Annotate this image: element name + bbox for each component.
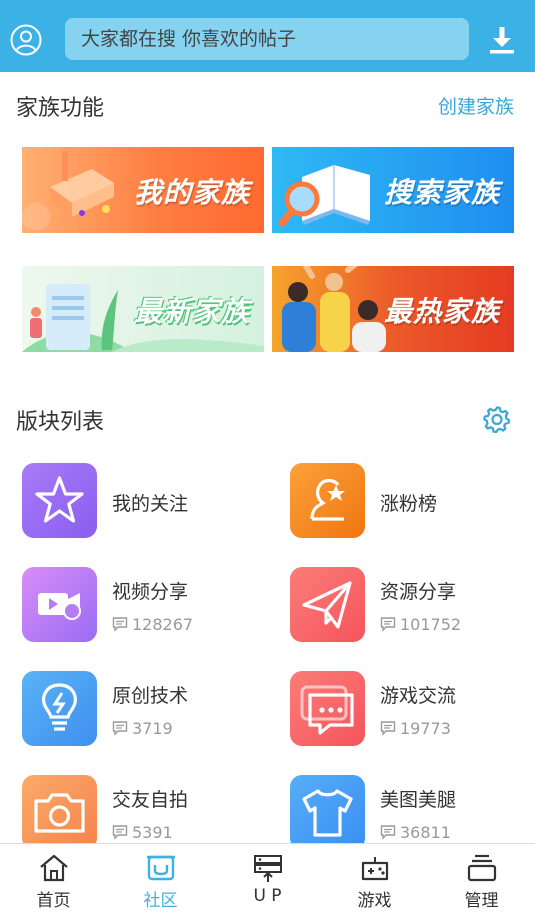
banner-label: 最新家族 — [133, 295, 250, 328]
ranking-icon — [290, 463, 365, 538]
post-count-value: 5391 — [132, 823, 173, 842]
tab-label: 首页 — [36, 891, 71, 911]
post-count-value: 19773 — [400, 719, 451, 738]
tab-home[interactable]: 首页 — [0, 844, 107, 916]
post-count: 19773 — [380, 719, 451, 738]
comment-icon — [112, 617, 128, 632]
board-name: 原创技术 — [112, 685, 189, 707]
board-name: 我的关注 — [112, 493, 189, 515]
create-family-link[interactable]: 创建家族 — [438, 92, 514, 119]
tab-community[interactable]: 社区 — [107, 844, 214, 916]
star-icon — [22, 463, 97, 538]
post-count-value: 3719 — [132, 719, 173, 738]
post-count: 5391 — [112, 823, 173, 842]
board-name: 游戏交流 — [380, 685, 457, 707]
post-count: 101752 — [380, 615, 461, 634]
paper-plane-icon — [290, 567, 365, 642]
comment-icon — [380, 617, 396, 632]
board-name: 美图美腿 — [380, 789, 457, 811]
comment-icon — [112, 721, 128, 736]
post-count-value: 101752 — [400, 615, 462, 634]
top-bar: 大家都在搜 你喜欢的帖子 — [0, 0, 535, 72]
home-icon — [40, 854, 68, 882]
download-icon[interactable] — [489, 26, 515, 54]
board-item-fans-ranking[interactable]: 涨粉榜 — [290, 463, 535, 539]
board-item-video-share[interactable]: 视频分享 128267 — [22, 567, 272, 643]
tab-games[interactable]: 游戏 — [321, 844, 428, 916]
chat-bubble-icon — [290, 671, 365, 746]
tab-label: 管理 — [464, 891, 499, 911]
post-count-value: 36811 — [400, 823, 451, 842]
family-section-title: 家族功能 — [16, 96, 105, 121]
comment-icon — [112, 825, 128, 840]
bottom-tab-bar: 首页 社区 U P 游戏 管理 — [0, 843, 535, 915]
newest-family-banner[interactable]: 最新家族 — [22, 266, 264, 352]
my-family-banner[interactable]: 我的家族 — [22, 147, 264, 233]
post-count-value: 128267 — [132, 615, 194, 634]
comment-icon — [380, 721, 396, 736]
post-count: 3719 — [112, 719, 173, 738]
board-item-beauty-photos[interactable]: 美图美腿 36811 — [290, 775, 535, 851]
tshirt-icon — [290, 775, 365, 850]
banner-label: 最热家族 — [383, 295, 500, 328]
comment-icon — [380, 825, 396, 840]
board-item-resource-share[interactable]: 资源分享 101752 — [290, 567, 535, 643]
community-icon — [147, 855, 175, 881]
banner-label: 我的家族 — [133, 176, 250, 209]
board-item-game-chat[interactable]: 游戏交流 19773 — [290, 671, 535, 747]
upload-server-icon — [254, 855, 282, 882]
user-circle-icon[interactable] — [10, 24, 42, 56]
board-name: 交友自拍 — [112, 789, 189, 811]
board-item-my-follow[interactable]: 我的关注 — [22, 463, 272, 539]
manage-icon — [467, 854, 497, 882]
tab-label: 游戏 — [357, 891, 392, 911]
boards-section-title: 版块列表 — [16, 410, 105, 435]
board-item-selfie[interactable]: 交友自拍 5391 — [22, 775, 272, 851]
tab-manage[interactable]: 管理 — [428, 844, 535, 916]
video-share-icon — [22, 567, 97, 642]
banner-label: 搜索家族 — [383, 176, 500, 209]
gear-icon[interactable] — [483, 405, 511, 433]
tab-label: 社区 — [143, 891, 178, 911]
board-name: 视频分享 — [112, 581, 189, 603]
search-input[interactable]: 大家都在搜 你喜欢的帖子 — [65, 18, 469, 60]
board-item-original-tech[interactable]: 原创技术 3719 — [22, 671, 272, 747]
camera-icon — [22, 775, 97, 850]
lightbulb-icon — [22, 671, 97, 746]
post-count: 36811 — [380, 823, 451, 842]
post-count: 128267 — [112, 615, 193, 634]
search-family-banner[interactable]: 搜索家族 — [272, 147, 514, 233]
tab-label: U P — [253, 886, 282, 906]
tab-up[interactable]: U P — [214, 844, 321, 916]
board-name: 涨粉榜 — [380, 493, 438, 515]
gamepad-icon — [361, 857, 389, 881]
board-name: 资源分享 — [380, 581, 457, 603]
hottest-family-banner[interactable]: 最热家族 — [272, 266, 514, 352]
